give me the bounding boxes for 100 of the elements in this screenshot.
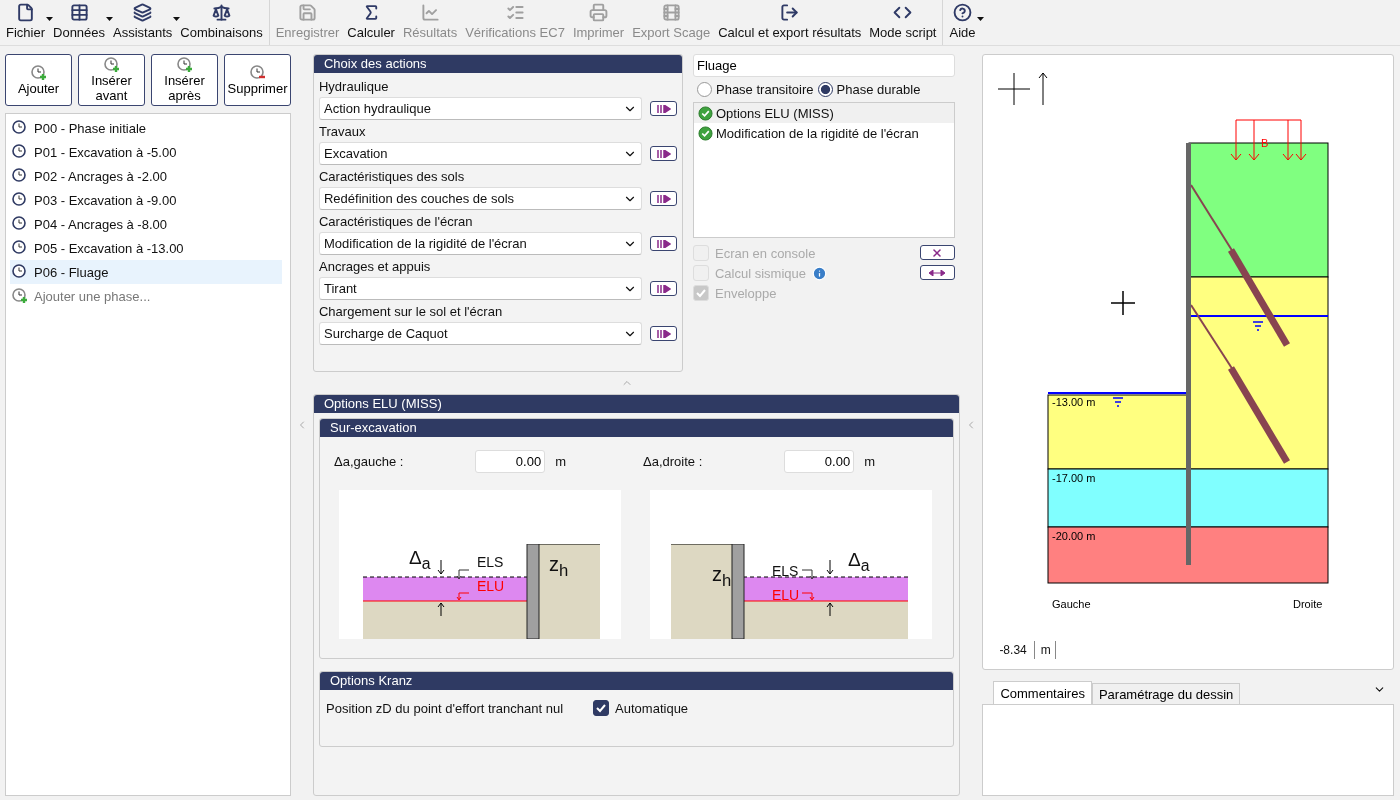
apply-icon	[656, 194, 671, 203]
apply-button[interactable]	[650, 146, 677, 161]
phase-button[interactable]: Supprimer	[224, 54, 291, 106]
apply-icon	[656, 329, 671, 338]
apply-button[interactable]	[650, 281, 677, 296]
panel-header: Options ELU (MISS)	[314, 395, 960, 413]
axes-icon	[997, 72, 1048, 106]
caret-icon	[106, 17, 114, 21]
toolbar-button[interactable]: Calcul et export résultats	[714, 0, 866, 45]
phase-name-field[interactable]: Fluage	[693, 54, 955, 77]
toolbar-button[interactable]: Assistants	[109, 0, 177, 45]
panel-header: Sur-excavation	[320, 419, 954, 437]
clock-icon	[12, 120, 28, 136]
clock-icon	[12, 216, 28, 232]
radio-button[interactable]	[697, 82, 712, 97]
toolbar-button[interactable]: Mode script	[865, 0, 941, 45]
apply-button[interactable]	[650, 236, 677, 251]
action-select[interactable]: Tirant	[319, 277, 643, 300]
action-select[interactable]: Excavation	[319, 142, 643, 165]
radio-button[interactable]	[817, 82, 833, 97]
unit-label: m	[864, 454, 875, 469]
toolbar-button[interactable]: Aide	[945, 0, 980, 45]
info-icon[interactable]	[812, 265, 828, 281]
phase-item[interactable]: P01 - Excavation à -5.00	[10, 140, 282, 164]
toolbar-button[interactable]: Combinaisons	[176, 0, 267, 45]
checkbox[interactable]	[593, 700, 610, 716]
panel-header: Options Kranz	[320, 672, 954, 690]
phase-item[interactable]: P02 - Ancrages à -2.00	[10, 164, 282, 188]
check-icon	[698, 105, 713, 121]
toolbar-button[interactable]: Calculer	[343, 0, 399, 45]
help-icon	[953, 3, 972, 22]
field-label: Position zD du point d'effort tranchant nul	[326, 700, 564, 716]
phase-button[interactable]: Insérer après	[151, 54, 218, 106]
phase-item[interactable]: P05 - Excavation à -13.00	[10, 236, 282, 260]
level-label: -20.00 m	[1052, 530, 1096, 542]
toolbar-button[interactable]: Fichier	[2, 0, 49, 45]
load-label: B	[1261, 137, 1269, 149]
apply-icon	[656, 284, 671, 293]
phase-button[interactable]: Ajouter	[5, 54, 72, 106]
phase-item[interactable]: P03 - Excavation à -9.00	[10, 188, 282, 212]
els-label: ELS	[772, 564, 799, 578]
action-select[interactable]: Modification de la rigidité de l'écran	[319, 232, 643, 255]
elu-label: ELU	[772, 588, 800, 602]
els-label: ELS	[477, 555, 504, 569]
caret-icon	[976, 17, 984, 21]
checklist-icon	[505, 3, 525, 22]
field-label: Ancrages et appuis	[319, 259, 432, 276]
delete-button[interactable]	[920, 245, 955, 260]
action-select[interactable]: Surcharge de Caquot	[319, 322, 643, 345]
scale-value: -8.34	[999, 641, 1035, 659]
unit-label: m	[1040, 641, 1056, 659]
zh-label: z$_{h}$	[549, 554, 569, 580]
phase-item[interactable]: P04 - Ancrages à -8.00	[10, 212, 282, 236]
clock-icon	[12, 264, 28, 280]
check-icon	[698, 125, 713, 141]
crosshair-icon	[1110, 290, 1137, 316]
checkbox-label: Automatique	[615, 700, 689, 716]
phase-button[interactable]: Insérer avant	[78, 54, 145, 106]
field-label: Caractéristiques des sols	[319, 169, 466, 186]
apply-button[interactable]	[650, 326, 677, 341]
file-icon	[16, 3, 35, 22]
caret-icon	[173, 17, 181, 21]
checkbox-label: Ecran en console	[715, 245, 816, 261]
toolbar-button[interactable]: Données	[49, 0, 110, 45]
add-phase-link[interactable]: Ajouter une phase...	[34, 288, 151, 304]
zh-label: z$_{h}$	[712, 564, 732, 590]
clock-plus-icon	[103, 57, 120, 73]
level-label: -13.00 m	[1052, 396, 1096, 408]
field-label: Chargement sur le sol et l'écran	[319, 304, 504, 321]
field-label: Caractéristiques de l'écran	[319, 214, 474, 231]
apply-icon	[656, 239, 671, 248]
action-select[interactable]: Action hydraulique	[319, 97, 643, 120]
apply-icon	[656, 104, 671, 113]
radio-label: Phase durable	[836, 82, 921, 97]
clock-plus-icon	[176, 57, 193, 73]
action-select[interactable]: Redéfinition des couches de sols	[319, 187, 643, 210]
tab[interactable]: Commentaires	[993, 681, 1092, 704]
side-label: Droite	[1293, 598, 1323, 610]
unit-label: m	[555, 454, 566, 469]
export-icon	[780, 3, 800, 22]
number-field[interactable]: 0.00	[784, 450, 855, 473]
clock-icon	[12, 192, 28, 208]
checkbox-label: Calcul sismique	[715, 265, 807, 281]
swap-button[interactable]	[920, 265, 955, 280]
close-icon	[931, 246, 944, 259]
level-label: -17.00 m	[1052, 472, 1096, 484]
options-item[interactable]: Options ELU (MISS)	[694, 103, 954, 123]
phase-item[interactable]: P06 - Fluage	[10, 260, 282, 284]
apply-button[interactable]	[650, 191, 677, 206]
field-label: Δa,gauche :	[334, 454, 405, 469]
printer-icon	[589, 3, 608, 22]
phase-item[interactable]: P00 - Phase initiale	[10, 116, 282, 140]
tab[interactable]: Paramétrage du dessin	[1091, 683, 1241, 704]
radio-label: Phase transitoire	[716, 82, 814, 97]
side-label: Gauche	[1052, 598, 1091, 610]
number-field[interactable]: 0.00	[475, 450, 546, 473]
apply-button[interactable]	[650, 101, 677, 116]
clock-plus-icon	[12, 288, 28, 304]
checkbox-label: Enveloppe	[715, 285, 777, 301]
scale-icon	[212, 3, 231, 22]
